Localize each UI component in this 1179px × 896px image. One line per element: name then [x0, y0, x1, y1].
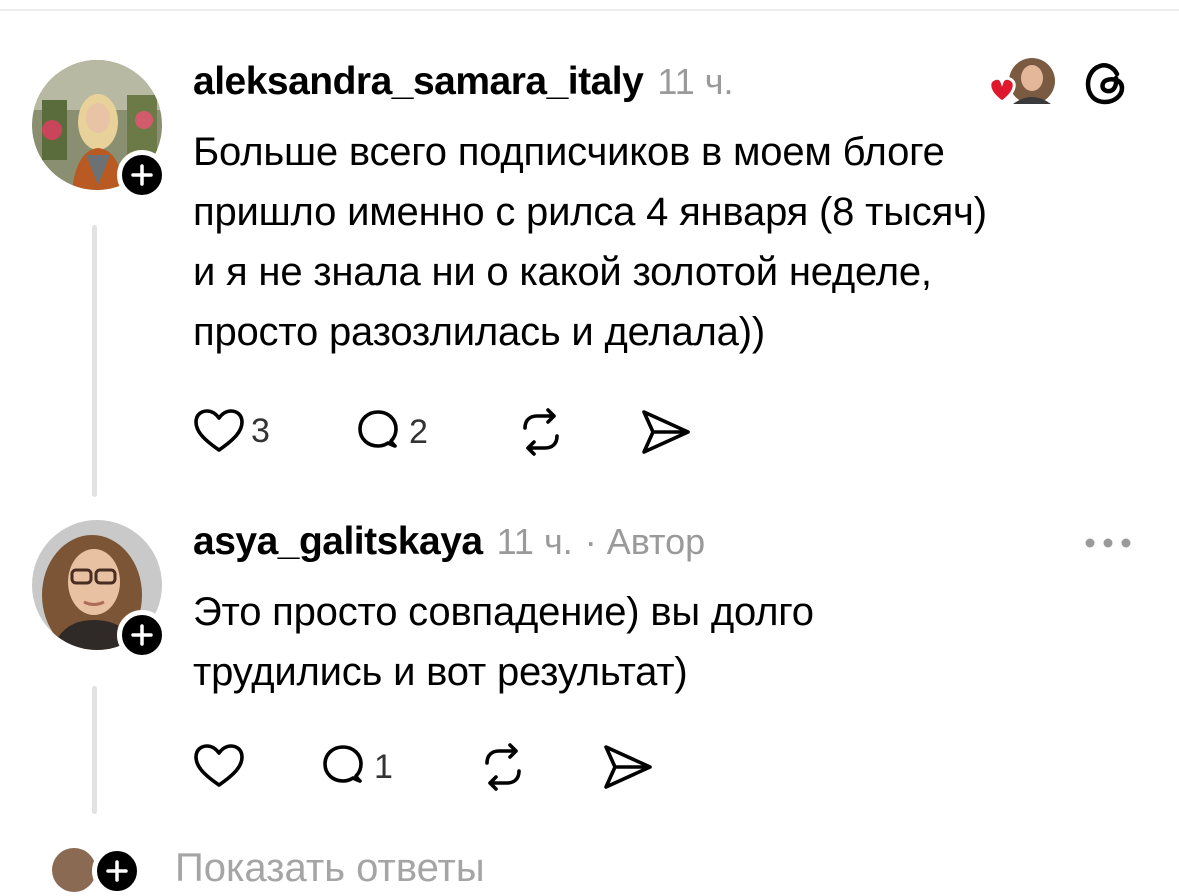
- username[interactable]: aleksandra_samara_italy: [193, 60, 644, 104]
- repost-button[interactable]: [478, 743, 528, 791]
- reply-count: 2: [409, 412, 428, 451]
- comment-text-line: просто разозлилась и делала)): [193, 310, 765, 354]
- like-button[interactable]: 3: [193, 408, 270, 454]
- follow-button-asya[interactable]: [117, 610, 167, 660]
- comment-header: aleksandra_samara_italy 11 ч.: [193, 60, 733, 110]
- repost-button[interactable]: [516, 408, 566, 456]
- timestamp: 11 ч.: [657, 61, 734, 102]
- comment-text-line: и я не знала ни о какой золотой неделе,: [193, 250, 932, 294]
- comment-icon: [358, 410, 398, 448]
- share-icon: [642, 410, 690, 454]
- follow-button-aleksandra[interactable]: [117, 150, 167, 200]
- heart-icon: [194, 409, 244, 452]
- threads-logo-icon[interactable]: [1083, 58, 1131, 113]
- heart-icon: [988, 76, 1016, 104]
- reply-count: 1: [374, 747, 393, 786]
- top-divider: [0, 9, 1179, 11]
- comment-text: Это просто совпадение) вы долго трудилис…: [193, 582, 1153, 702]
- reply-avatar: [52, 848, 96, 892]
- repost-icon: [485, 743, 521, 791]
- comment-button[interactable]: 2: [355, 408, 428, 456]
- plus-icon: [131, 164, 153, 186]
- comment-icon: [323, 745, 363, 783]
- more-icon[interactable]: [1084, 535, 1132, 556]
- liked-by-author-indicator: [985, 56, 1060, 116]
- share-button[interactable]: [640, 408, 692, 456]
- comment-text: Больше всего подписчиков в моем блоге пр…: [193, 122, 1153, 362]
- show-replies-link[interactable]: Показать ответы: [175, 846, 485, 891]
- follow-button-reply[interactable]: [92, 846, 142, 896]
- plus-icon: [131, 624, 153, 646]
- plus-icon: [106, 860, 128, 882]
- comment-text-line: Это просто совпадение) вы долго: [193, 590, 814, 634]
- username[interactable]: asya_galitskaya: [193, 520, 483, 564]
- share-button[interactable]: [602, 743, 654, 791]
- share-icon: [604, 745, 652, 789]
- comment-button[interactable]: 1: [320, 743, 393, 791]
- timestamp: 11 ч.: [496, 521, 573, 562]
- comment-text-line: трудились и вот результат): [193, 650, 688, 694]
- comment-text-line: Больше всего подписчиков в моем блоге: [193, 130, 945, 174]
- thread-line: [92, 225, 97, 497]
- comment-header: asya_galitskaya 11 ч. · Автор: [193, 520, 705, 570]
- comment-text-line: пришло именно с рилса 4 января (8 тысяч): [193, 190, 987, 234]
- repost-icon: [523, 408, 559, 456]
- heart-icon: [194, 744, 244, 787]
- thread-line: [92, 686, 97, 814]
- author-tag: · Автор: [584, 521, 706, 562]
- like-button[interactable]: [193, 743, 251, 789]
- like-count: 3: [251, 411, 270, 450]
